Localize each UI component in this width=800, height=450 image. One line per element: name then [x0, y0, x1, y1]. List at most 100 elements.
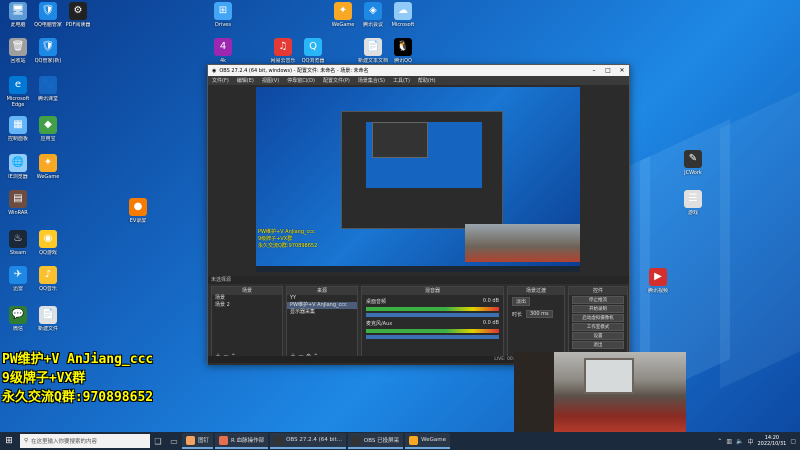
scene-item[interactable]: 场景 2: [212, 302, 282, 309]
taskbar-app-button[interactable]: WeGame: [405, 433, 451, 449]
desktop-icon[interactable]: ♪ QQ音乐: [30, 266, 66, 298]
source-item[interactable]: 显示器采集: [287, 309, 357, 316]
chevron-up-icon[interactable]: ⌃: [717, 438, 722, 445]
start-virtual-camera-button[interactable]: 启动虚拟摄像机: [572, 314, 624, 322]
desktop-icon[interactable]: ● EV录屏: [120, 198, 156, 230]
sources-dock-title: 来源: [287, 287, 357, 295]
mixer-dock-title: 混音器: [362, 287, 503, 295]
start-recording-button[interactable]: 开始录制: [572, 305, 624, 313]
desktop-icon[interactable]: ✎ JCWork: [675, 150, 711, 182]
obs-window[interactable]: ◉ OBS 27.2.4 (64 bit, windows) - 配置文件: 未…: [207, 64, 630, 365]
settings-button[interactable]: 设置: [572, 332, 624, 340]
volume-meter: [366, 307, 499, 311]
transition-type-select[interactable]: 淡出: [512, 297, 531, 306]
duration-input[interactable]: 300 ms: [526, 310, 553, 318]
nested-webcam-feed: [465, 224, 580, 262]
desktop-icon-label: 新建文件: [37, 326, 58, 332]
app-icon: [219, 435, 229, 445]
app-icon: [351, 435, 361, 445]
desktop-icon-label: QQ管家(新): [34, 58, 62, 64]
file-explorer-icon[interactable]: ▭: [166, 433, 182, 449]
taskbar-app-button[interactable]: OBS 27.2.4 (64 bit...: [270, 433, 346, 449]
channel-level: 0.0 dB: [482, 298, 499, 304]
menu-edit[interactable]: 编辑(E): [237, 77, 254, 84]
clock-date: 2022/10/31: [757, 441, 787, 447]
obs-titlebar[interactable]: ◉ OBS 27.2.4 (64 bit, windows) - 配置文件: 未…: [208, 65, 629, 76]
menu-tools[interactable]: 工具(T): [393, 77, 410, 84]
maximize-icon[interactable]: □: [601, 67, 615, 74]
input-language[interactable]: 中: [747, 437, 753, 446]
minimize-icon[interactable]: –: [587, 67, 601, 74]
taskbar-app-button[interactable]: 图钉: [182, 433, 214, 449]
app-icon: ♨: [9, 230, 27, 248]
desktop-icon[interactable]: 🐾 腾讯课堂: [30, 76, 66, 108]
menu-file[interactable]: 文件(F): [212, 77, 229, 84]
close-icon[interactable]: ✕: [615, 67, 629, 74]
app-icon: 🛡: [39, 2, 57, 20]
app-icon: ▤: [9, 190, 27, 208]
desktop-icon[interactable]: 📄 新建文件: [30, 306, 66, 338]
menu-view[interactable]: 视图(V): [262, 77, 279, 84]
app-icon: ☰: [684, 190, 702, 208]
scenes-dock: 场景 场景 场景 2 ＋ － ⌃ ⌄: [211, 286, 283, 363]
stream-text-overlay: PW维护+V AnJiang_ccc 9级牌子+VX群 永久交流Q群:97089…: [2, 350, 153, 407]
taskbar-app-button[interactable]: OBS 已投屏采: [347, 433, 404, 449]
desktop-icon-label: EV录屏: [129, 218, 147, 224]
menu-docks[interactable]: 停靠窗口(D): [287, 77, 315, 84]
notification-icon[interactable]: ▢: [790, 438, 796, 445]
menu-profile[interactable]: 配置文件(P): [323, 77, 350, 84]
desktop-icon[interactable]: ☁ Microsoft: [385, 2, 421, 34]
desktop-icon-label: Microsoft: [391, 22, 415, 28]
desktop-icon[interactable]: ⚙ PDF阅读器: [60, 2, 96, 34]
desktop-icon[interactable]: ✦ WeGame: [30, 154, 66, 186]
obs-preview-canvas[interactable]: PW维护+V AnJiang_ccc 9级牌子+VX群 永久交流Q群:97089…: [256, 87, 580, 272]
volume-slider[interactable]: [366, 335, 499, 339]
source-item[interactable]: PW维护+V AnJiang_ccc: [287, 302, 357, 309]
app-icon: ☁: [394, 2, 412, 20]
volume-meter: [366, 329, 499, 333]
desktop-icon[interactable]: ◉ QQ游戏: [30, 230, 66, 262]
app-icon: ▦: [9, 116, 27, 134]
desktop-icon[interactable]: ⊞ Drives: [205, 2, 241, 34]
exit-button[interactable]: 退出: [572, 341, 624, 349]
taskbar-search-box[interactable]: ⚲ 在这里输入你要搜索的内容: [20, 434, 150, 448]
desktop-icon[interactable]: 🛡 QQ管家(新): [30, 38, 66, 70]
volume-slider[interactable]: [366, 313, 499, 317]
taskbar-app-label: OBS 已投屏采: [363, 438, 400, 444]
app-icon: Q: [304, 38, 322, 56]
taskbar-app-button[interactable]: R 血脉操作部: [215, 433, 269, 449]
network-icon[interactable]: ▥: [726, 438, 732, 445]
app-icon: ▶: [649, 268, 667, 286]
desktop-icon-label: 腾讯课堂: [37, 96, 58, 102]
task-view-icon[interactable]: ❑: [150, 433, 166, 449]
desktop-icon[interactable]: ▶ 腾讯视频: [640, 268, 676, 300]
menu-scene-collection[interactable]: 场景集合(S): [358, 77, 385, 84]
app-icon: 4: [214, 38, 232, 56]
volume-icon[interactable]: 🔈: [736, 438, 743, 445]
desktop-icon[interactable]: ▤ WinRAR: [0, 190, 36, 222]
app-icon: 💬: [9, 306, 27, 324]
studio-mode-button[interactable]: 工作室模式: [572, 323, 624, 331]
mixer-channel-label: 麦克风/Aux 0.0 dB: [362, 320, 503, 327]
transition-type-row: 淡出: [508, 295, 564, 308]
app-icon: 📄: [39, 306, 57, 324]
obs-menubar: 文件(F) 编辑(E) 视图(V) 停靠窗口(D) 配置文件(P) 场景集合(S…: [208, 76, 629, 85]
desktop-icon[interactable]: ◆ 应用宝: [30, 116, 66, 148]
app-icon: ●: [129, 198, 147, 216]
system-tray: ⌃ ▥ 🔈 中 14:20 2022/10/31 ▢: [717, 435, 800, 447]
scenes-dock-title: 场景: [212, 287, 282, 295]
taskbar-clock[interactable]: 14:20 2022/10/31: [758, 435, 787, 447]
start-icon[interactable]: ⊞: [0, 432, 18, 450]
menu-help[interactable]: 帮助(H): [418, 77, 436, 84]
app-icon: [409, 435, 419, 445]
stop-streaming-button[interactable]: 停止推流: [572, 296, 624, 304]
desktop-icon-label: QQ音乐: [39, 286, 57, 292]
desktop-icon[interactable]: ☰ 游戏: [675, 190, 711, 222]
taskbar-app-label: OBS 27.2.4 (64 bit...: [286, 437, 342, 443]
transitions-dock-title: 场景过渡: [508, 287, 564, 295]
source-item[interactable]: YY: [287, 295, 357, 302]
desktop-icon-label: 游戏: [687, 210, 698, 216]
app-icon: ◈: [364, 2, 382, 20]
channel-name: 麦克风/Aux: [366, 321, 393, 327]
scene-item[interactable]: 场景: [212, 295, 282, 302]
